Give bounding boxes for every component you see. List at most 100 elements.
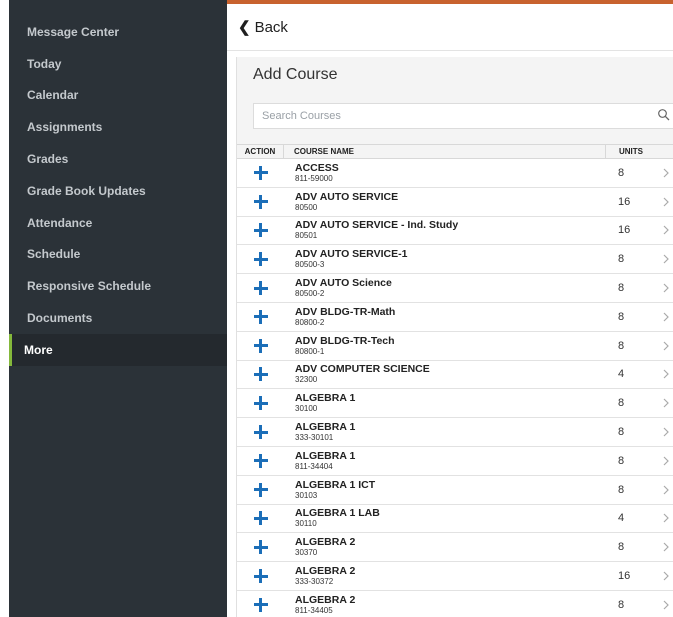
- course-number: 80501: [295, 231, 318, 241]
- plus-icon[interactable]: [253, 366, 269, 382]
- course-units: 8: [618, 166, 625, 179]
- course-number: 80500-3: [295, 260, 325, 270]
- table-row[interactable]: ALGEBRA 1 811-34404 8: [237, 446, 673, 476]
- chevron-right-icon[interactable]: [662, 542, 670, 552]
- course-table: ACTION COURSE NAME UNITS ACCESS 811-59000…: [237, 144, 673, 617]
- course-name: ALGEBRA 1: [295, 392, 356, 405]
- sidebar-item-label: Schedule: [27, 247, 81, 262]
- course-name: ADV COMPUTER SCIENCE: [295, 363, 430, 376]
- action-cell: [237, 222, 284, 238]
- chevron-right-icon[interactable]: [662, 398, 670, 408]
- course-name: ADV AUTO Science: [295, 277, 392, 290]
- course-name-cell: ADV AUTO SERVICE 80500: [284, 191, 605, 213]
- plus-icon[interactable]: [253, 165, 269, 181]
- table-row[interactable]: ADV AUTO SERVICE - Ind. Study 80501 16: [237, 216, 673, 246]
- chevron-right-icon[interactable]: [662, 254, 670, 264]
- sidebar-item-label: Assignments: [27, 120, 103, 135]
- plus-icon[interactable]: [253, 539, 269, 555]
- plus-icon[interactable]: [253, 568, 269, 584]
- sidebar-item-label: Today: [27, 56, 62, 71]
- table-row[interactable]: ADV AUTO SERVICE 80500 16: [237, 187, 673, 217]
- chevron-right-icon[interactable]: [662, 369, 670, 379]
- row-nav-cell: [650, 168, 673, 178]
- plus-icon[interactable]: [253, 510, 269, 526]
- chevron-right-icon[interactable]: [662, 225, 670, 235]
- chevron-right-icon[interactable]: [662, 197, 670, 207]
- table-row[interactable]: ALGEBRA 1 30100 8: [237, 389, 673, 419]
- row-nav-cell: [650, 283, 673, 293]
- course-name: ALGEBRA 2: [295, 536, 356, 549]
- table-row[interactable]: ALGEBRA 2 811-34405 8: [237, 590, 673, 617]
- action-cell: [237, 366, 284, 382]
- plus-icon[interactable]: [253, 309, 269, 325]
- search-icon[interactable]: [657, 108, 671, 122]
- sidebar-item-attendance[interactable]: Attendance: [9, 207, 227, 239]
- course-name: ADV AUTO SERVICE - Ind. Study: [295, 219, 459, 232]
- chevron-right-icon[interactable]: [662, 312, 670, 322]
- sidebar-item-documents[interactable]: Documents: [9, 302, 227, 334]
- chevron-right-icon[interactable]: [662, 571, 670, 581]
- course-name-cell: ALGEBRA 2 811-34405: [284, 594, 605, 616]
- row-nav-cell: [650, 398, 673, 408]
- course-units: 8: [618, 282, 625, 295]
- sidebar-item-grade-book-updates[interactable]: Grade Book Updates: [9, 175, 227, 207]
- plus-icon[interactable]: [253, 338, 269, 354]
- sidebar-item-today[interactable]: Today: [9, 48, 227, 80]
- plus-icon[interactable]: [253, 251, 269, 267]
- plus-icon[interactable]: [253, 222, 269, 238]
- chevron-right-icon[interactable]: [662, 283, 670, 293]
- course-name-cell: ALGEBRA 1 333-30101: [284, 421, 605, 443]
- back-button[interactable]: ❮ Back: [238, 18, 288, 37]
- course-number: 32300: [295, 375, 318, 385]
- search-input[interactable]: [254, 104, 673, 128]
- chevron-right-icon[interactable]: [662, 168, 670, 178]
- course-name: ADV BLDG-TR-Math: [295, 305, 396, 318]
- table-row[interactable]: ADV COMPUTER SCIENCE 32300 4: [237, 360, 673, 390]
- action-cell: [237, 251, 284, 267]
- table-row[interactable]: ADV AUTO SERVICE-1 80500-3 8: [237, 245, 673, 275]
- chevron-right-icon[interactable]: [662, 427, 670, 437]
- plus-icon[interactable]: [253, 280, 269, 296]
- plus-icon[interactable]: [253, 424, 269, 440]
- table-row[interactable]: ALGEBRA 1 LAB 30110 4: [237, 504, 673, 534]
- chevron-right-icon[interactable]: [662, 485, 670, 495]
- plus-icon[interactable]: [253, 194, 269, 210]
- sidebar-item-responsive-schedule[interactable]: Responsive Schedule: [9, 270, 227, 302]
- table-row[interactable]: ADV BLDG-TR-Tech 80800-1 8: [237, 331, 673, 361]
- table-row[interactable]: ALGEBRA 1 333-30101 8: [237, 418, 673, 447]
- course-units: 8: [618, 397, 625, 410]
- chevron-right-icon[interactable]: [662, 456, 670, 466]
- sidebar-item-more[interactable]: More: [9, 333, 227, 366]
- sidebar-item-label: Grade Book Updates: [27, 183, 146, 198]
- course-units: 8: [618, 339, 625, 352]
- table-row[interactable]: ALGEBRA 2 333-30372 16: [237, 562, 673, 591]
- plus-icon[interactable]: [253, 395, 269, 411]
- sidebar-item-message-center[interactable]: Message Center: [9, 16, 227, 48]
- plus-icon[interactable]: [253, 453, 269, 469]
- action-cell: [237, 597, 284, 613]
- course-number: 30370: [295, 548, 318, 558]
- table-row[interactable]: ALGEBRA 1 ICT 30103 8: [237, 475, 673, 505]
- chevron-right-icon[interactable]: [662, 513, 670, 523]
- table-row[interactable]: ADV AUTO Science 80500-2 8: [237, 274, 673, 303]
- action-cell: [237, 194, 284, 210]
- chevron-right-icon[interactable]: [662, 600, 670, 610]
- sidebar-item-label: Responsive Schedule: [27, 279, 152, 294]
- course-name-cell: ADV BLDG-TR-Tech 80800-1: [284, 335, 605, 357]
- table-row[interactable]: ALGEBRA 2 30370 8: [237, 533, 673, 563]
- course-units: 8: [618, 253, 625, 266]
- plus-icon[interactable]: [253, 482, 269, 498]
- course-units: 8: [618, 541, 625, 554]
- row-nav-cell: [650, 456, 673, 466]
- action-cell: [237, 395, 284, 411]
- course-units: 8: [618, 310, 625, 323]
- sidebar-item-calendar[interactable]: Calendar: [9, 80, 227, 112]
- sidebar-item-assignments[interactable]: Assignments: [9, 111, 227, 143]
- table-row[interactable]: ADV BLDG-TR-Math 80800-2 8: [237, 302, 673, 332]
- sidebar-item-grades[interactable]: Grades: [9, 143, 227, 175]
- chevron-right-icon[interactable]: [662, 341, 670, 351]
- table-row[interactable]: ACCESS 811-59000 8: [237, 159, 673, 188]
- course-number: 811-59000: [295, 173, 333, 183]
- plus-icon[interactable]: [253, 597, 269, 613]
- sidebar-item-schedule[interactable]: Schedule: [9, 239, 227, 271]
